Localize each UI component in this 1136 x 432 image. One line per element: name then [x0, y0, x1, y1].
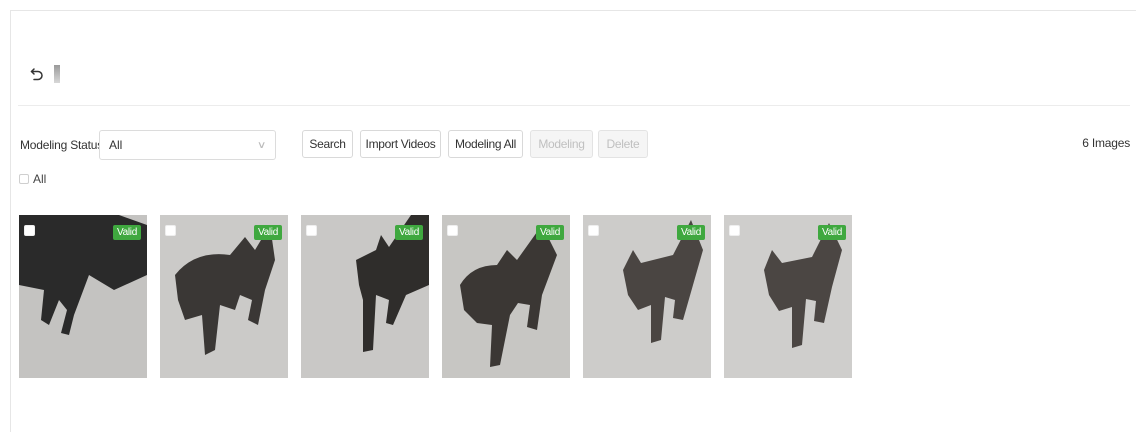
image-checkbox[interactable] — [165, 225, 176, 236]
image-gallery: Valid Valid Valid Valid Valid Valid — [19, 215, 852, 378]
modeling-status-select[interactable]: All ∨ — [99, 130, 276, 160]
image-card[interactable]: Valid — [160, 215, 288, 378]
image-card[interactable]: Valid — [583, 215, 711, 378]
panel-left-border — [10, 10, 11, 432]
valid-badge: Valid — [395, 225, 423, 240]
image-card[interactable]: Valid — [724, 215, 852, 378]
modeling-status-label: Modeling Status — [20, 138, 104, 152]
image-checkbox[interactable] — [729, 225, 740, 236]
select-all-label: All — [33, 172, 47, 186]
header-divider — [18, 105, 1130, 106]
page-title-placeholder — [54, 65, 60, 83]
chevron-down-icon: ∨ — [256, 139, 267, 151]
panel-top-border — [10, 10, 1136, 11]
image-checkbox[interactable] — [24, 225, 35, 236]
checkbox-box[interactable] — [19, 174, 29, 184]
valid-badge: Valid — [254, 225, 282, 240]
modeling-button[interactable]: Modeling — [530, 130, 593, 158]
image-checkbox[interactable] — [588, 225, 599, 236]
modeling-status-value: All — [109, 138, 123, 152]
page-header — [28, 60, 60, 88]
valid-badge: Valid — [536, 225, 564, 240]
image-count: 6 Images — [1082, 136, 1130, 150]
image-checkbox[interactable] — [306, 225, 317, 236]
image-checkbox[interactable] — [447, 225, 458, 236]
valid-badge: Valid — [113, 225, 141, 240]
undo-arrow-icon[interactable] — [28, 65, 46, 83]
delete-button[interactable]: Delete — [598, 130, 648, 158]
import-videos-button[interactable]: Import Videos — [360, 130, 441, 158]
search-button[interactable]: Search — [302, 130, 353, 158]
image-card[interactable]: Valid — [442, 215, 570, 378]
image-card[interactable]: Valid — [301, 215, 429, 378]
image-card[interactable]: Valid — [19, 215, 147, 378]
select-all-checkbox[interactable]: All — [19, 172, 46, 186]
valid-badge: Valid — [677, 225, 705, 240]
valid-badge: Valid — [818, 225, 846, 240]
modeling-all-button[interactable]: Modeling All — [448, 130, 523, 158]
